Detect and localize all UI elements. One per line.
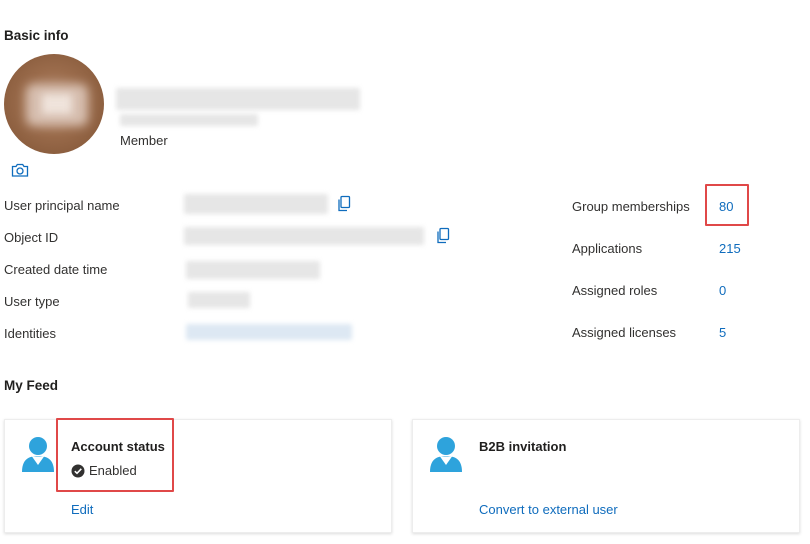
prop-label-identities: Identities — [4, 326, 57, 341]
my-feed-heading: My Feed — [4, 378, 59, 393]
b2b-invitation-title: B2B invitation — [479, 439, 567, 454]
stat-value-assigned-licenses[interactable]: 5 — [719, 325, 726, 340]
copy-icon[interactable] — [336, 195, 352, 213]
stat-label-applications: Applications — [572, 241, 643, 256]
email-redacted — [120, 114, 258, 126]
avatar — [4, 54, 104, 154]
convert-to-external-user-link[interactable]: Convert to external user — [479, 502, 618, 517]
stat-label-assigned-roles: Assigned roles — [572, 283, 658, 298]
stat-value-applications[interactable]: 215 — [719, 241, 741, 256]
basic-info-heading: Basic info — [4, 28, 69, 43]
prop-label-object-id: Object ID — [4, 230, 59, 245]
stat-value-group-memberships[interactable]: 80 — [719, 199, 733, 214]
stat-label-assigned-licenses: Assigned licenses — [572, 325, 677, 340]
prop-value-user-type-redacted — [188, 292, 250, 308]
prop-label-user-type: User type — [4, 294, 60, 309]
prop-label-user-principal-name: User principal name — [4, 198, 120, 213]
copy-icon[interactable] — [435, 227, 451, 245]
person-icon — [428, 435, 464, 473]
person-icon — [20, 435, 56, 473]
avatar-initials-blurred-center — [42, 94, 72, 114]
camera-icon[interactable] — [11, 162, 29, 178]
prop-value-user-principal-name-redacted — [184, 194, 328, 214]
b2b-invitation-card: B2B invitation Convert to external user — [412, 419, 800, 533]
user-role-label: Member — [120, 133, 168, 148]
stat-label-group-memberships: Group memberships — [572, 199, 690, 214]
prop-label-created-date-time: Created date time — [4, 262, 108, 277]
prop-value-created-date-time-redacted — [186, 261, 320, 279]
prop-value-identities-redacted — [186, 324, 352, 340]
highlight-box-account-status — [56, 418, 174, 492]
prop-value-object-id-redacted — [184, 227, 424, 245]
edit-account-status-link[interactable]: Edit — [71, 502, 93, 517]
display-name-redacted — [116, 88, 360, 110]
stat-value-assigned-roles[interactable]: 0 — [719, 283, 726, 298]
